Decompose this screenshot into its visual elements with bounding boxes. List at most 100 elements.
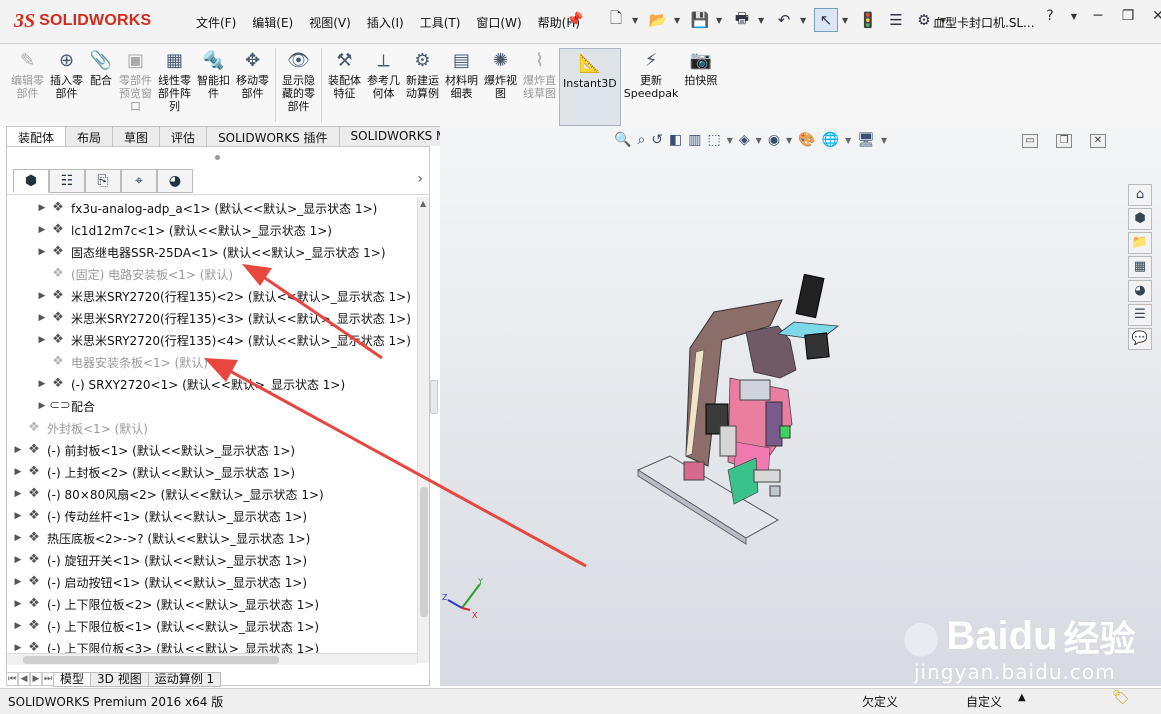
property-manager-tab-icon[interactable]: ☷ — [49, 169, 85, 193]
tree-row[interactable]: ▶ ❖ 固态继电器SSR-25DA<1> (默认<<默认>_显示状态 1>) — [35, 241, 386, 263]
linear-pattern-button[interactable]: ▦ 线性零 部件阵 列 — [155, 48, 194, 126]
tab-motion-study[interactable]: 运动算例 1 — [147, 671, 222, 687]
prev-tab-icon[interactable]: ◀ — [18, 672, 30, 686]
units-selector[interactable]: 自定义 — [966, 693, 1002, 710]
tree-row[interactable]: ▶ ❖ (-) 上封板<2> (默认<<默认>_显示状态 1>) — [11, 461, 296, 483]
select-dropdown-icon[interactable]: ▼ — [842, 16, 852, 25]
menu-insert[interactable]: 插入(I) — [359, 14, 412, 31]
tree-row[interactable]: ▶ ❖ 米思米SRY2720(行程135)<3> (默认<<默认>_显示状态 1>) — [35, 307, 411, 329]
tree-row[interactable]: ▶ ❖ lc1d12m7c<1> (默认<<默认>_显示状态 1>) — [35, 219, 332, 241]
dimxpert-tab-icon[interactable]: ⌖ — [121, 169, 157, 193]
close-icon[interactable]: ✕ — [1148, 8, 1161, 24]
feature-manager-tab-icon[interactable]: ⬢ — [13, 169, 49, 193]
assembly-features-button[interactable]: ⚒ 装配体 特征 — [325, 48, 364, 126]
next-tab-icon[interactable]: ▶ — [30, 672, 42, 686]
solidworks-logo[interactable]: 3S SOLIDWORKS — [14, 6, 151, 36]
menu-view[interactable]: 视图(V) — [301, 14, 359, 31]
tree-row[interactable]: ▶ ❖ (-) 启动按钮<1> (默认<<默认>_显示状态 1>) — [11, 571, 308, 593]
tree-row[interactable]: ❖ 外封板<1> (默认) — [11, 417, 148, 439]
reference-geometry-button[interactable]: ⟂ 参考几 何体 — [364, 48, 403, 126]
pin-menu-icon[interactable]: 📌 — [566, 12, 583, 28]
new-motion-study-button[interactable]: ⚙ 新建运 动算例 — [403, 48, 442, 126]
expand-arrow-icon[interactable]: ▶ — [35, 247, 49, 257]
tree-row[interactable]: ▶ ❖ 米思米SRY2720(行程135)<2> (默认<<默认>_显示状态 1>) — [35, 285, 411, 307]
menu-tools[interactable]: 工具(T) — [412, 14, 469, 31]
smart-fasteners-button[interactable]: 🔩 智能扣 件 — [194, 48, 233, 126]
help-button[interactable]: ? — [1040, 8, 1060, 24]
tab-model[interactable]: 模型 — [53, 671, 92, 687]
expand-arrow-icon[interactable]: ▶ — [11, 511, 25, 521]
tab-addins[interactable]: SOLIDWORKS 插件 — [206, 126, 340, 146]
expand-arrow-icon[interactable]: ▶ — [11, 599, 25, 609]
tab-3d-view[interactable]: 3D 视图 — [90, 671, 149, 687]
expand-arrow-icon[interactable]: ▶ — [11, 577, 25, 587]
menu-edit[interactable]: 编辑(E) — [244, 14, 301, 31]
expand-arrow-icon[interactable]: ▶ — [35, 313, 49, 323]
print-dropdown-icon[interactable]: ▼ — [758, 16, 768, 25]
tab-assembly[interactable]: 装配体 — [6, 126, 67, 146]
graphics-area[interactable]: 🔍 ⌕ ↺ ◧ ▥ ⬚ ▼ ◈ ▼ ◉ ▼ 🎨 🌐 ▼ 🖥 ▼ ▭ ❐ ✕ ⌂ ⬢ 📁 ▦… — [440, 126, 1161, 686]
mate-button[interactable]: 📎 配合 — [86, 48, 116, 126]
open-dropdown-icon[interactable]: ▼ — [674, 16, 684, 25]
expand-arrow-icon[interactable]: ▶ — [11, 643, 25, 653]
tree-row[interactable]: ▶ ❖ (-) SRXY2720<1> (默认<<默认>_显示状态 1>) — [35, 373, 346, 395]
tree-row[interactable]: ▶ ❖ (-) 传动丝杆<1> (默认<<默认>_显示状态 1>) — [11, 505, 308, 527]
help-dropdown-icon[interactable]: ▼ — [1070, 12, 1078, 21]
units-caret-icon[interactable]: ▲ — [1018, 692, 1026, 703]
tree-row[interactable]: ▶ ❖ (-) 前封板<1> (默认<<默认>_显示状态 1>) — [11, 439, 296, 461]
tree-row[interactable]: ▶ ❖ 米思米SRY2720(行程135)<4> (默认<<默认>_显示状态 1>) — [35, 329, 411, 351]
menu-window[interactable]: 窗口(W) — [468, 14, 529, 31]
tree-horizontal-scrollbar[interactable] — [7, 653, 417, 665]
new-document-icon[interactable]: 🗋 — [604, 8, 628, 32]
update-speedpak-button[interactable]: ⚡ 更新 Speedpak — [621, 48, 682, 126]
tag-icon[interactable]: 🏷 — [1112, 690, 1130, 706]
h-scroll-thumb[interactable] — [23, 656, 279, 664]
properties-icon[interactable]: ☰ — [884, 8, 908, 32]
tree-row[interactable]: ▶ ⊂⊃ 配合 — [35, 395, 95, 417]
expand-arrow-icon[interactable]: ▶ — [35, 225, 49, 235]
expand-arrow-icon[interactable]: ▶ — [11, 467, 25, 477]
tree-row[interactable]: ❖ (固定) 电路安装板<1> (默认) — [35, 263, 233, 285]
instant3d-button[interactable]: 📐 Instant3D — [559, 48, 621, 126]
tree-row[interactable]: ▶ ❖ fx3u-analog-adp_a<1> (默认<<默认>_显示状态 1>) — [35, 197, 378, 219]
tab-layout[interactable]: 布局 — [65, 126, 114, 146]
expand-arrow-icon[interactable]: ▶ — [35, 291, 49, 301]
scroll-thumb[interactable] — [420, 487, 428, 617]
scroll-up-icon[interactable]: ▲ — [420, 199, 426, 208]
tree-row[interactable]: ▶ ❖ (-) 旋钮开关<1> (默认<<默认>_显示状态 1>) — [11, 549, 308, 571]
tree-row[interactable]: ▶ ❖ (-) 上下限位板<2> (默认<<默认>_显示状态 1>) — [11, 593, 320, 615]
component-preview-button[interactable]: ▣ 零部件 预览窗 口 — [116, 48, 155, 126]
expand-arrow-icon[interactable]: ▶ — [35, 401, 49, 411]
assembly-model[interactable] — [440, 126, 1161, 686]
tree-vertical-scrollbar[interactable]: ▲ — [417, 197, 429, 663]
exploded-view-button[interactable]: ✺ 爆炸视 图 — [481, 48, 520, 126]
expand-arrow-icon[interactable]: ▶ — [11, 555, 25, 565]
take-snapshot-button[interactable]: 📷 拍快照 — [681, 48, 720, 126]
save-dropdown-icon[interactable]: ▼ — [716, 16, 726, 25]
print-icon[interactable]: 🖶 — [730, 8, 754, 32]
chevron-right-icon[interactable]: › — [417, 171, 423, 187]
expand-arrow-icon[interactable]: ▶ — [11, 621, 25, 631]
minimize-icon[interactable]: ─ — [1088, 8, 1108, 24]
expand-arrow-icon[interactable]: ▶ — [11, 533, 25, 543]
display-manager-tab-icon[interactable]: ◕ — [157, 169, 193, 193]
open-icon[interactable]: 📂 — [646, 8, 670, 32]
move-component-button[interactable]: ✥ 移动零 部件 — [233, 48, 272, 126]
menu-file[interactable]: 文件(F) — [188, 14, 244, 31]
explode-line-sketch-button[interactable]: ⌇ 爆炸直 线草图 — [520, 48, 559, 126]
first-tab-icon[interactable]: ⏮ — [6, 672, 18, 686]
tab-sketch[interactable]: 草图 — [112, 126, 161, 146]
expand-arrow-icon[interactable]: ▶ — [35, 335, 49, 345]
tree-row[interactable]: ▶ ❖ 热压底板<2>->? (默认<<默认>_显示状态 1>) — [11, 527, 311, 549]
new-dropdown-icon[interactable]: ▼ — [632, 16, 642, 25]
expand-arrow-icon[interactable]: ▶ — [35, 379, 49, 389]
select-pointer-icon[interactable]: ↖ — [814, 8, 838, 32]
bom-button[interactable]: ▤ 材料明 细表 — [442, 48, 481, 126]
tree-row[interactable]: ▶ ❖ (-) 80×80风扇<2> (默认<<默认>_显示状态 1>) — [11, 483, 324, 505]
panel-splitter[interactable] — [430, 380, 438, 414]
edit-component-button[interactable]: ✎ 编辑零 部件 — [8, 48, 47, 126]
tab-evaluate[interactable]: 评估 — [159, 126, 208, 146]
configuration-manager-tab-icon[interactable]: ⎘ — [85, 169, 121, 193]
undo-dropdown-icon[interactable]: ▼ — [800, 16, 810, 25]
expand-arrow-icon[interactable]: ▶ — [11, 445, 25, 455]
